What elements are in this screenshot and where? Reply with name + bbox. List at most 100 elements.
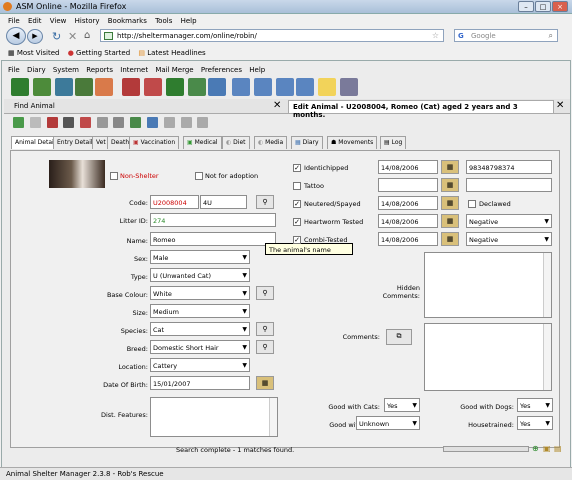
app-menu-reports[interactable]: Reports bbox=[86, 66, 113, 74]
features-textarea[interactable] bbox=[150, 397, 278, 437]
movement-icon[interactable] bbox=[208, 78, 226, 96]
note-icon[interactable] bbox=[318, 78, 336, 96]
declawed-checkbox[interactable] bbox=[468, 200, 476, 208]
app-menu-file[interactable]: File bbox=[8, 66, 20, 74]
identichipped-date[interactable]: 14/08/2006 bbox=[378, 160, 438, 174]
diary-icon[interactable] bbox=[113, 117, 124, 128]
minimize-button[interactable]: – bbox=[518, 1, 534, 12]
bookmark-getting-started[interactable]: ● Getting Started bbox=[68, 49, 130, 57]
combi-checkbox[interactable]: ✓ bbox=[293, 236, 301, 244]
url-bar[interactable]: http://sheltermanager.com/online/robin/ … bbox=[100, 29, 444, 42]
good-cats-select[interactable]: Yes ▼ bbox=[384, 398, 420, 412]
species-select[interactable]: Cat ▼ bbox=[150, 322, 250, 336]
print-queue-icon[interactable]: ▤ bbox=[554, 444, 562, 453]
tab-log[interactable]: ▤ Log bbox=[380, 136, 407, 149]
identichipped-checkbox[interactable]: ✓ bbox=[293, 164, 301, 172]
housetrained-select[interactable]: Yes ▼ bbox=[517, 416, 553, 430]
name-field[interactable]: Romeo bbox=[150, 232, 276, 246]
tab-find-animal[interactable]: Find Animal bbox=[10, 100, 286, 113]
bookmark-latest-headlines[interactable]: ▤ Latest Headlines bbox=[138, 49, 205, 57]
neutered-checkbox[interactable]: ✓ bbox=[293, 200, 301, 208]
close-tab-icon[interactable]: ✕ bbox=[273, 100, 281, 111]
search-box[interactable]: G Google ⌕ bbox=[454, 29, 558, 42]
non-shelter-checkbox[interactable] bbox=[110, 172, 118, 180]
menu-view[interactable]: View bbox=[50, 17, 67, 25]
app-menu-system[interactable]: System bbox=[53, 66, 79, 74]
folder-icon[interactable] bbox=[181, 117, 192, 128]
bookmark-star-icon[interactable]: ☆ bbox=[432, 31, 439, 40]
move-icon[interactable] bbox=[147, 117, 158, 128]
scrollbar[interactable] bbox=[269, 398, 277, 436]
litter-id-field[interactable]: 274 bbox=[150, 213, 276, 227]
app-menu-diary[interactable]: Diary bbox=[27, 66, 46, 74]
calendar-icon[interactable]: ▦ bbox=[441, 196, 459, 210]
add-owner-icon[interactable] bbox=[122, 78, 140, 96]
print-icon[interactable] bbox=[63, 117, 74, 128]
find-lost-icon[interactable] bbox=[55, 78, 73, 96]
binoculars-icon[interactable]: ⚲ bbox=[256, 286, 274, 300]
mail-icon-3[interactable] bbox=[276, 78, 294, 96]
menu-help[interactable]: Help bbox=[181, 17, 197, 25]
calendar-icon[interactable]: ▦ bbox=[441, 160, 459, 174]
medical-icon[interactable] bbox=[130, 117, 141, 128]
tattoo-number-field[interactable] bbox=[466, 178, 552, 192]
forward-button[interactable]: ▶ bbox=[27, 29, 43, 44]
tab-diary[interactable]: ▦ Diary bbox=[291, 136, 323, 149]
plus-icon[interactable]: ⊕ bbox=[532, 444, 539, 453]
find-animal-icon[interactable] bbox=[33, 78, 51, 96]
tools-icon[interactable] bbox=[340, 78, 358, 96]
animal-photo[interactable] bbox=[49, 160, 105, 188]
mail-icon-2[interactable] bbox=[254, 78, 272, 96]
calendar-icon[interactable]: ▦ bbox=[441, 232, 459, 246]
location-select[interactable]: Cattery ▼ bbox=[150, 358, 250, 372]
combi-result-select[interactable]: Negative ▼ bbox=[466, 232, 552, 246]
tattoo-checkbox[interactable] bbox=[293, 182, 301, 190]
document-icon[interactable] bbox=[97, 117, 108, 128]
good-dogs-select[interactable]: Yes ▼ bbox=[517, 398, 553, 412]
mail-icon-1[interactable] bbox=[232, 78, 250, 96]
dob-field[interactable]: 15/01/2007 bbox=[150, 376, 250, 390]
bookmark-most-visited[interactable]: ▦ Most Visited bbox=[8, 49, 59, 57]
tattoo-date[interactable] bbox=[378, 178, 438, 192]
stop-icon[interactable]: ✕ bbox=[68, 30, 77, 43]
find-waiting-list-icon[interactable] bbox=[188, 78, 206, 96]
new-animal-icon[interactable] bbox=[11, 78, 29, 96]
code-short-field[interactable]: 4U bbox=[200, 195, 247, 209]
tab-medical[interactable]: ▣ Medical bbox=[183, 136, 222, 149]
menu-file[interactable]: File bbox=[8, 17, 20, 25]
chip-number-field[interactable]: 98348798374 bbox=[466, 160, 552, 174]
breed-select[interactable]: Domestic Short Hair ▼ bbox=[150, 340, 250, 354]
size-select[interactable]: Medium ▼ bbox=[150, 304, 250, 318]
good-kids-select[interactable]: Unknown ▼ bbox=[356, 416, 420, 430]
tab-edit-animal[interactable]: Edit Animal - U2008004, Romeo (Cat) aged… bbox=[288, 100, 554, 119]
close-button[interactable]: × bbox=[552, 1, 568, 12]
menu-history[interactable]: History bbox=[75, 17, 100, 25]
mail-icon-4[interactable] bbox=[296, 78, 314, 96]
clone-icon[interactable] bbox=[30, 117, 41, 128]
back-button[interactable]: ◀ bbox=[6, 27, 26, 45]
mail-icon[interactable] bbox=[164, 117, 175, 128]
not-for-adoption-checkbox[interactable] bbox=[195, 172, 203, 180]
app-menu-mail-merge[interactable]: Mail Merge bbox=[155, 66, 193, 74]
binoculars-icon[interactable]: ⚲ bbox=[256, 322, 274, 336]
find-owner-icon[interactable] bbox=[144, 78, 162, 96]
search-icon[interactable]: ⌕ bbox=[549, 31, 553, 41]
hidden-comments-textarea[interactable] bbox=[424, 252, 552, 318]
binoculars-icon[interactable]: ⚲ bbox=[256, 340, 274, 354]
menu-edit[interactable]: Edit bbox=[28, 17, 42, 25]
comments-textarea[interactable] bbox=[424, 323, 552, 391]
folder-icon[interactable]: ▣ bbox=[543, 444, 551, 453]
search-icon[interactable] bbox=[75, 78, 93, 96]
scrollbar[interactable] bbox=[543, 253, 551, 317]
calendar-icon[interactable]: ▦ bbox=[441, 178, 459, 192]
maximize-button[interactable]: □ bbox=[535, 1, 551, 12]
heartworm-checkbox[interactable]: ✓ bbox=[293, 218, 301, 226]
combi-date[interactable]: 14/08/2006 bbox=[378, 232, 438, 246]
close-tab-icon[interactable]: ✕ bbox=[556, 100, 564, 111]
new-waiting-list-icon[interactable] bbox=[166, 78, 184, 96]
reload-icon[interactable]: ↻ bbox=[52, 30, 61, 43]
neutered-date[interactable]: 14/08/2006 bbox=[378, 196, 438, 210]
lookup-icon[interactable] bbox=[95, 78, 113, 96]
tab-movements[interactable]: ☗ Movements bbox=[327, 136, 378, 149]
binoculars-icon[interactable]: ⚲ bbox=[256, 195, 274, 209]
